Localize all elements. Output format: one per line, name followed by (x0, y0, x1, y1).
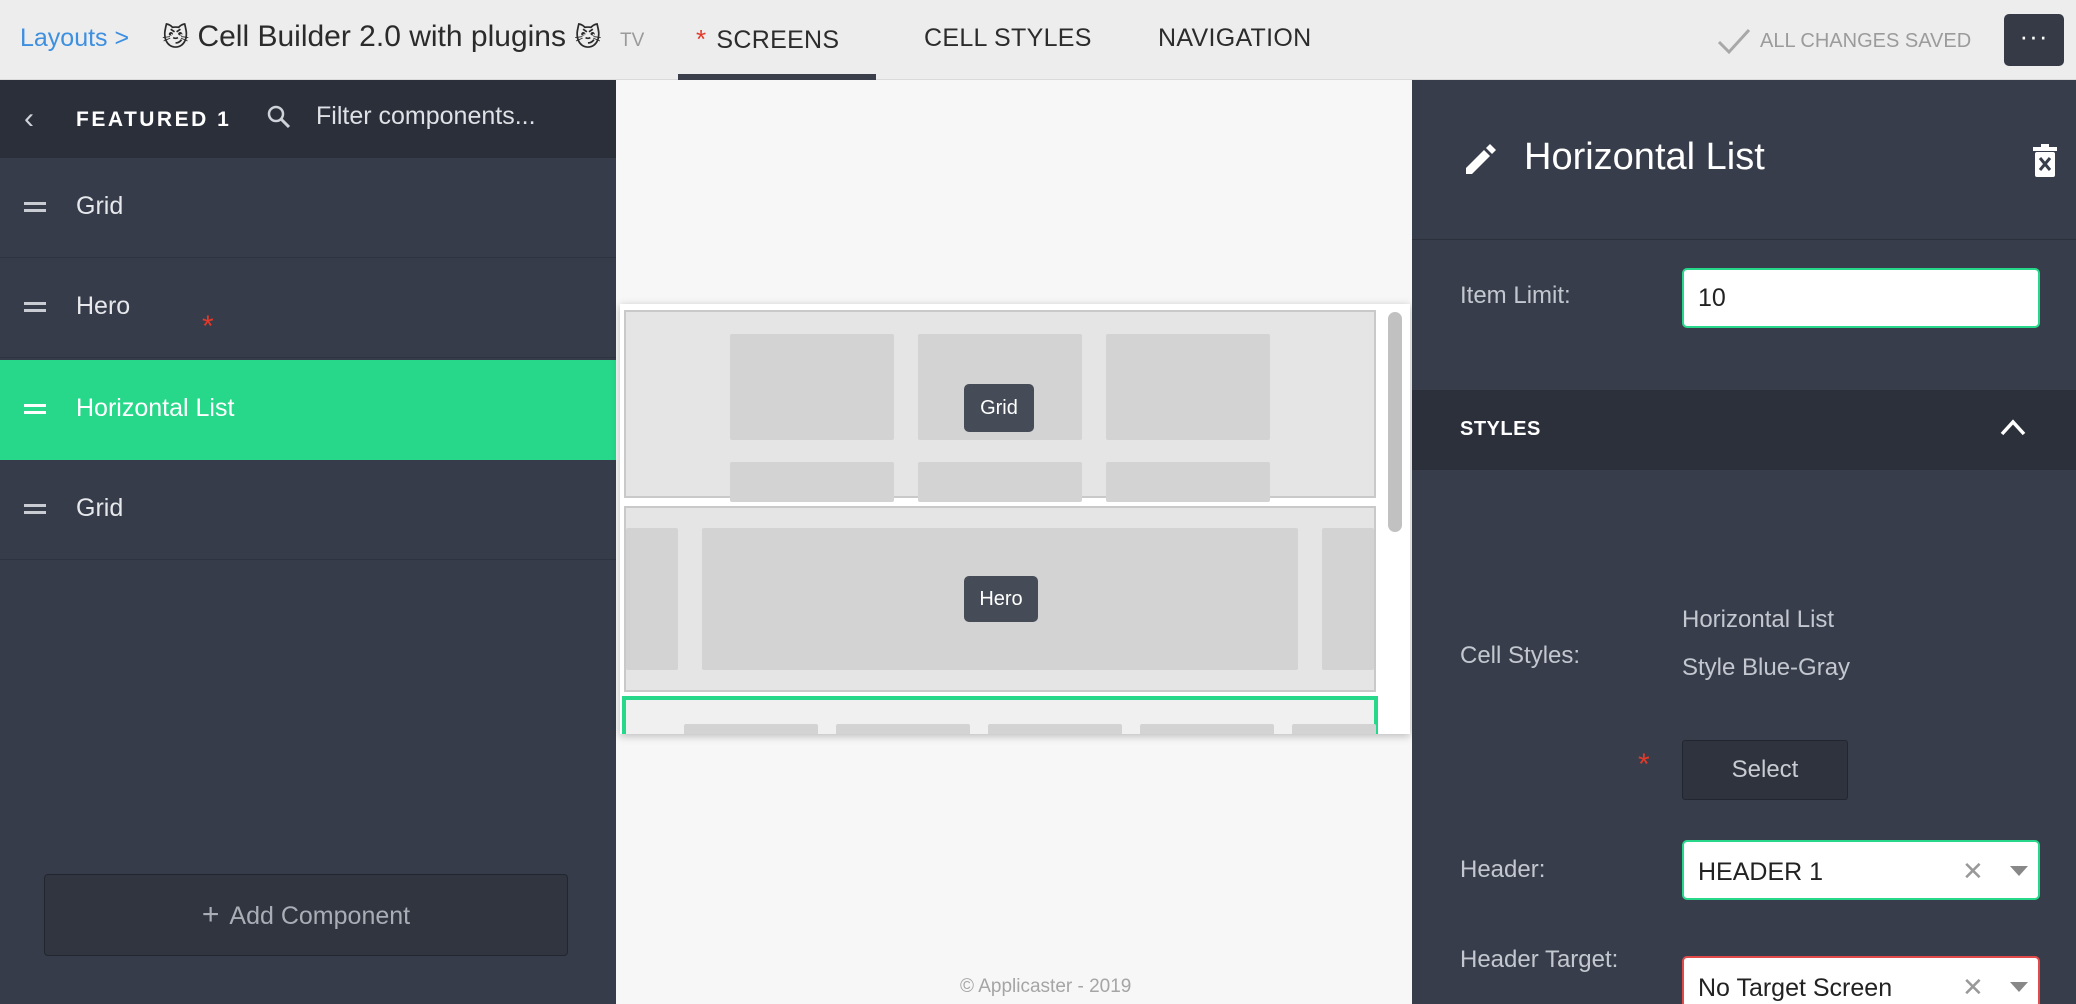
header-label: Header: (1460, 856, 1546, 883)
app-title: 😼 Cell Builder 2.0 with plugins 😼 (162, 20, 601, 54)
app-title-text: Cell Builder 2.0 with plugins (197, 20, 566, 53)
chevron-up-icon[interactable] (1998, 412, 2028, 442)
preview-tile (684, 724, 818, 734)
preview-tile (730, 462, 894, 502)
sidebar-item-horizontal-list[interactable]: Horizontal List (0, 360, 616, 460)
panel-header: Horizontal List (1412, 80, 2076, 240)
active-tab-indicator (678, 74, 876, 80)
plus-icon: + (201, 898, 220, 931)
save-status-text: ALL CHANGES SAVED (1760, 29, 1972, 52)
cat-emoji-icon: 😼 (574, 22, 602, 52)
preview-tile (1322, 528, 1374, 670)
header-dropdown[interactable]: HEADER 1 ✕ (1682, 840, 2040, 900)
tab-screens[interactable]: * SCREENS (696, 24, 839, 55)
hero-tag: Hero (964, 576, 1038, 622)
search-icon (267, 105, 291, 129)
caret-down-icon[interactable] (2010, 866, 2028, 876)
preview-tile (918, 462, 1082, 502)
styles-header-text: STYLES (1460, 418, 1541, 440)
clear-icon[interactable]: ✕ (1962, 972, 1984, 1003)
header-target-dropdown[interactable]: No Target Screen ✕ (1682, 956, 2040, 1004)
preview-tile (1140, 724, 1274, 734)
sidebar-item-grid-2[interactable]: Grid (0, 460, 616, 560)
tab-screens-label: SCREENS (716, 26, 840, 54)
sidebar-item-label: Horizontal List (76, 394, 235, 422)
sidebar-item-hero[interactable]: Hero (0, 258, 616, 358)
tab-cell-styles[interactable]: CELL STYLES (924, 24, 1092, 53)
drag-handle-icon[interactable] (24, 504, 46, 514)
cell-style-value: Style Blue-Gray (1682, 654, 1851, 681)
pencil-icon[interactable] (1462, 142, 1498, 178)
preview-scrollbar[interactable] (1388, 312, 1402, 532)
required-star-icon: * (1638, 748, 1650, 781)
preview-horizontal-list-cell[interactable] (622, 696, 1378, 734)
component-sidebar: ‹ FEATURED 1 Filter components... Grid H… (0, 80, 616, 1004)
preview-tile (1106, 334, 1270, 440)
cell-style-value: Horizontal List (1682, 606, 1835, 633)
preview-hero-cell[interactable]: Hero (624, 506, 1376, 692)
check-icon (1717, 28, 1751, 55)
item-limit-input[interactable]: 10 (1682, 268, 2040, 328)
preview-tile (988, 724, 1122, 734)
styles-section-header[interactable]: STYLES (1412, 390, 2076, 470)
preview-tile (626, 528, 678, 670)
sidebar-item-label: Hero (76, 292, 131, 320)
trash-icon[interactable] (2032, 144, 2058, 178)
breadcrumb-layouts[interactable]: Layouts > (20, 24, 129, 53)
add-component-button[interactable]: + Add Component (44, 874, 568, 956)
header-target-value: No Target Screen (1698, 974, 1893, 1002)
unsaved-star-icon: * (696, 24, 707, 54)
header-target-label: Header Target: (1460, 946, 1619, 973)
chevron-left-icon[interactable]: ‹ (24, 102, 34, 136)
cell-styles-label: Cell Styles: (1460, 642, 1581, 669)
screen-preview: Grid Hero (620, 304, 1410, 734)
drag-handle-icon[interactable] (24, 302, 46, 312)
sidebar-item-grid[interactable]: Grid (0, 158, 616, 258)
tab-navigation[interactable]: NAVIGATION (1158, 24, 1311, 53)
screen-name: FEATURED 1 (76, 108, 232, 131)
top-bar: Layouts > 😼 Cell Builder 2.0 with plugin… (0, 0, 2076, 80)
sidebar-header: ‹ FEATURED 1 Filter components... (0, 80, 616, 158)
clear-icon[interactable]: ✕ (1962, 856, 1984, 887)
header-dropdown-value: HEADER 1 (1698, 858, 1824, 886)
select-cell-style-button[interactable]: Select (1682, 740, 1848, 800)
properties-panel: Horizontal List Item Limit: 10 STYLES Ce… (1412, 80, 2076, 1004)
drag-handle-icon[interactable] (24, 404, 46, 414)
sidebar-item-label: Grid (76, 494, 124, 522)
item-limit-label: Item Limit: (1460, 282, 1571, 309)
drag-handle-icon[interactable] (24, 202, 46, 212)
filter-components-input[interactable]: Filter components... (316, 102, 536, 131)
preview-tile (1292, 724, 1376, 734)
preview-tile (730, 334, 894, 440)
save-status: ALL CHANGES SAVED (1716, 26, 1971, 56)
preview-tile (836, 724, 970, 734)
grid-tag: Grid (964, 384, 1034, 432)
platform-label: TV (620, 30, 645, 51)
sidebar-item-label: Grid (76, 192, 124, 220)
cat-emoji-icon: 😼 (162, 22, 190, 52)
more-options-button[interactable]: ··· (2004, 14, 2064, 66)
caret-down-icon[interactable] (2010, 982, 2028, 992)
copyright-footer: © Applicaster - 2019 (960, 976, 1132, 997)
preview-grid-cell[interactable]: Grid (624, 310, 1376, 502)
add-component-label: Add Component (229, 902, 411, 930)
required-star-icon: * (202, 310, 214, 343)
component-title: Horizontal List (1524, 136, 1765, 178)
preview-tile (1106, 462, 1270, 502)
